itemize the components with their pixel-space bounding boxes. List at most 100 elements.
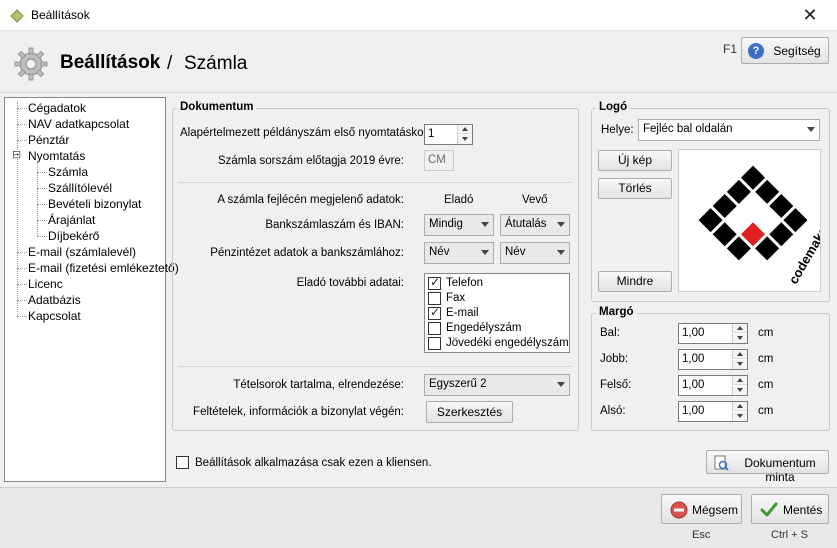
delete-image-button[interactable]: Törlés (598, 178, 672, 199)
stepper-down-icon[interactable] (732, 386, 747, 395)
tree-item-nyomtatas[interactable]: Nyomtatás (28, 149, 85, 163)
tree-connector (17, 316, 27, 317)
chevron-down-icon (481, 250, 489, 255)
telefon-checkbox[interactable] (428, 275, 441, 290)
new-image-button[interactable]: Új kép (598, 150, 672, 171)
fax-checkbox[interactable] (428, 292, 441, 305)
jovedeki-checkbox[interactable] (428, 337, 441, 350)
margin-bottom-stepper[interactable]: 1,00 (678, 401, 748, 422)
stepper-up-icon[interactable] (732, 324, 747, 333)
tree-connector (17, 108, 27, 109)
tree-connector (17, 284, 27, 285)
chevron-down-icon (557, 250, 565, 255)
telefon-label: Telefon (446, 277, 484, 289)
tree-item-kapcsolat[interactable]: Kapcsolat (28, 309, 81, 323)
copy-number-value: 1 (428, 128, 435, 140)
fin-buyer-select[interactable]: Név (500, 242, 570, 264)
logo-position-select[interactable]: Fejléc bal oldalán (638, 119, 820, 141)
header-data-label: A számla fejlécén megjelenő adatok: (217, 194, 404, 206)
tree-connector (17, 300, 27, 301)
fin-seller-select[interactable]: Név (424, 242, 494, 264)
tree-item-nav[interactable]: NAV adatkapcsolat (28, 117, 129, 131)
margin-right-stepper[interactable]: 1,00 (678, 349, 748, 370)
title-bar (0, 0, 837, 31)
stepper-up-icon[interactable] (732, 350, 747, 359)
save-label: Mentés (783, 503, 823, 517)
tree-connector (37, 162, 38, 236)
margin-legend: Margó (596, 306, 637, 318)
lines-label: Tételsorok tartalma, elrendezése: (233, 379, 404, 391)
tree-item-adatbazis[interactable]: Adatbázis (28, 293, 81, 307)
tree-item-arajanlat[interactable]: Árajánlat (48, 213, 95, 227)
prefix-label: Számla sorszám előtagja 2019 évre: (217, 155, 404, 167)
bank-seller-value: Mindig (429, 218, 463, 230)
engedelyszam-label: Engedélyszám (446, 322, 522, 334)
stepper-down-icon[interactable] (732, 334, 747, 343)
fin-label: Pénzintézet adatok a bankszámlához: (210, 247, 404, 259)
fin-seller-value: Név (429, 246, 450, 258)
tree-item-penztar[interactable]: Pénztár (28, 133, 69, 147)
window-title: Beállítások (31, 8, 90, 22)
document-sample-button[interactable]: Dokumentum minta (706, 450, 829, 484)
cancel-icon (670, 501, 688, 519)
cancel-label: Mégsem (692, 503, 739, 517)
cancel-shortcut: Esc (692, 529, 711, 541)
terms-label: Feltételek, információk a bizonylat végé… (193, 406, 404, 418)
copy-number-stepper[interactable]: 1 (424, 124, 473, 145)
jovedeki-label: Jövedéki engedélyszám (446, 337, 569, 349)
tree-item-cegadatok[interactable]: Cégadatok (28, 101, 86, 115)
prefix-value: CM (428, 154, 446, 166)
stepper-up-icon[interactable] (732, 402, 747, 411)
email-checkbox[interactable] (428, 305, 441, 320)
margin-top-stepper[interactable]: 1,00 (678, 375, 748, 396)
edit-terms-button[interactable]: Szerkesztés (426, 401, 513, 423)
cancel-button[interactable]: Mégsem (661, 494, 742, 524)
tree-connector (17, 124, 27, 125)
lines-layout-select[interactable]: Egyszerű 2 (424, 374, 570, 396)
page-subtitle: Számla (184, 53, 248, 74)
bank-seller-select[interactable]: Mindig (424, 214, 494, 236)
prefix-field[interactable]: CM (424, 150, 454, 171)
client-only-label: Beállítások alkalmazása csak ezen a klie… (195, 457, 432, 469)
save-shortcut: Ctrl + S (771, 529, 808, 541)
client-only-checkbox[interactable] (176, 456, 189, 469)
tree-item-email-emlekezteto[interactable]: E-mail (fizetési emlékeztető) (28, 261, 179, 275)
help-icon: ? (748, 43, 764, 59)
save-button[interactable]: Mentés (751, 494, 829, 524)
tree-item-szallitolevel[interactable]: Szállítólevél (48, 181, 112, 195)
stepper-up-icon[interactable] (732, 376, 747, 385)
engedelyszam-checkbox[interactable] (428, 322, 441, 335)
extra-data-checklist[interactable]: Telefon Fax E-mail Engedélyszám Jövedéki… (424, 273, 570, 353)
margin-top-label: Felső: (600, 379, 632, 391)
tree-connector (37, 204, 47, 205)
margin-left-stepper[interactable]: 1,00 (678, 323, 748, 344)
chevron-down-icon (557, 222, 565, 227)
tree-connector (17, 252, 27, 253)
chevron-down-icon (557, 382, 565, 387)
margin-right-value: 1,00 (682, 353, 705, 365)
apply-all-button[interactable]: Mindre (598, 271, 672, 292)
margin-left-label: Bal: (600, 327, 620, 339)
unit-label: cm (758, 327, 774, 339)
checkmark-icon (760, 502, 778, 517)
tree-connector (17, 140, 27, 141)
fin-buyer-value: Név (505, 246, 526, 258)
tree-item-beveteli[interactable]: Bevételi bizonylat (48, 197, 141, 211)
tree-item-dijbekero[interactable]: Díjbekérő (48, 229, 99, 243)
margin-right-label: Jobb: (600, 353, 629, 365)
page-title: Beállítások (60, 52, 161, 73)
tree-item-licenc[interactable]: Licenc (28, 277, 63, 291)
bank-buyer-select[interactable]: Átutalás (500, 214, 570, 236)
stepper-down-icon[interactable] (457, 135, 472, 144)
settings-tree[interactable]: Cégadatok NAV adatkapcsolat Pénztár ⊟ Ny… (4, 97, 179, 482)
help-button[interactable]: ? Segítség (741, 37, 829, 64)
stepper-down-icon[interactable] (732, 360, 747, 369)
tree-item-szamla[interactable]: Számla (48, 165, 88, 179)
stepper-up-icon[interactable] (457, 125, 472, 134)
margin-bottom-value: 1,00 (682, 405, 705, 417)
tree-item-email-szamla[interactable]: E-mail (számlalevél) (28, 245, 136, 259)
close-window-button[interactable]: ✕ (798, 4, 822, 26)
tree-connector (17, 268, 27, 269)
tree-connector (37, 236, 47, 237)
stepper-down-icon[interactable] (732, 412, 747, 421)
